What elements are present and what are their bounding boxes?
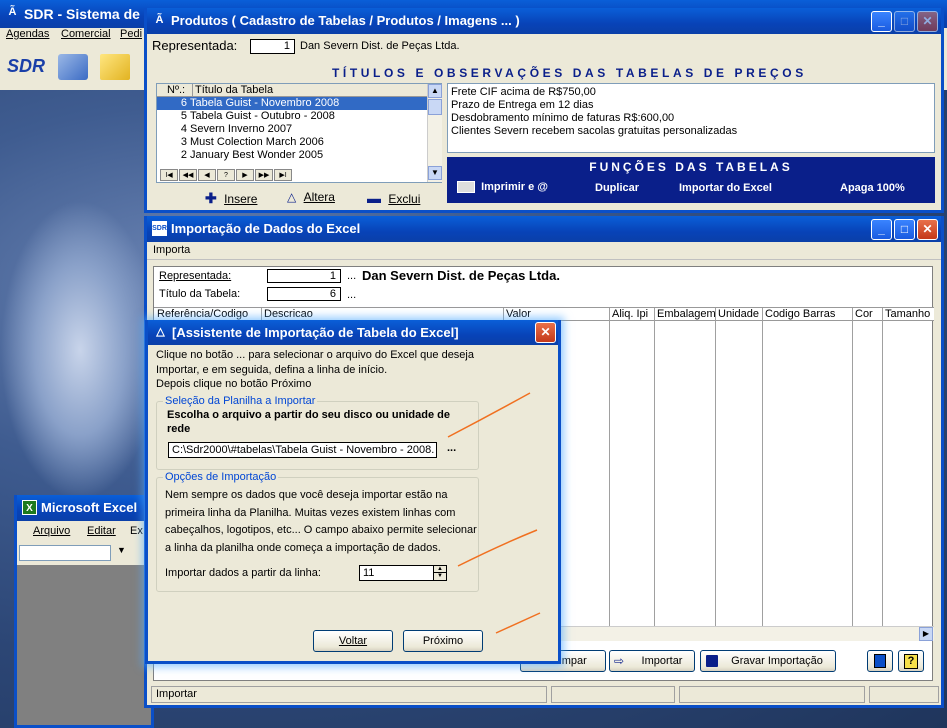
annotation-stroke — [447, 392, 531, 438]
annotation-strokes — [447, 392, 541, 634]
annotation-stroke — [495, 612, 541, 634]
annotation-stroke — [457, 529, 538, 567]
